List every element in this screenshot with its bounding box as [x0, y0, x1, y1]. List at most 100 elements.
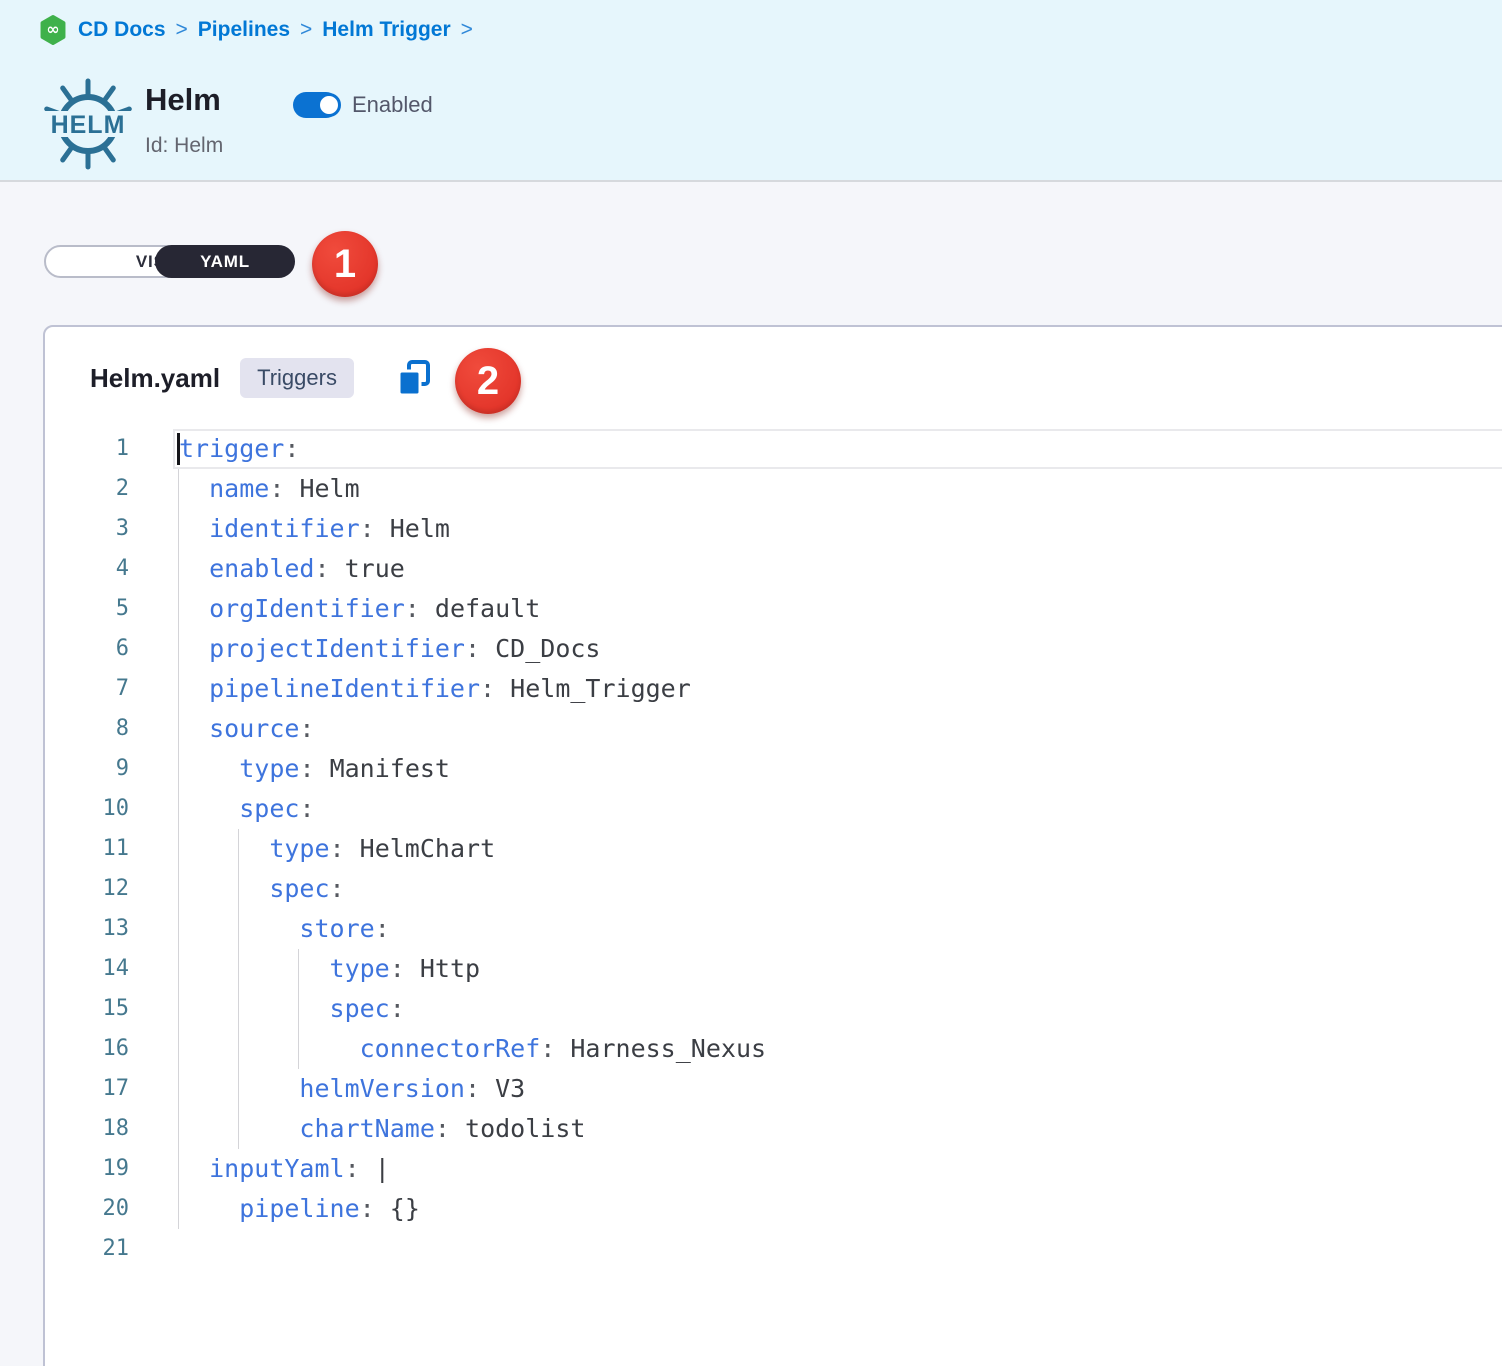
- line-number[interactable]: 5: [45, 589, 129, 629]
- indent-guide: [178, 949, 179, 989]
- indent-guide: [238, 1069, 239, 1109]
- code-line-content[interactable]: pipeline: {}: [179, 1189, 1502, 1229]
- code-line-content[interactable]: store:: [179, 909, 1502, 949]
- indent-guide: [178, 1069, 179, 1109]
- indent-guide: [178, 869, 179, 909]
- code-line-content[interactable]: type: HelmChart: [179, 829, 1502, 869]
- copy-icon: [396, 358, 432, 398]
- code-line-content[interactable]: name: Helm: [179, 469, 1502, 509]
- yaml-editor[interactable]: 1trigger:2 name: Helm3 identifier: Helm4…: [45, 429, 1502, 1269]
- helm-logo-icon: HELM: [40, 76, 136, 172]
- code-line[interactable]: 1 trigger:: [45, 429, 1502, 469]
- code-line[interactable]: 20 pipeline: {}: [45, 1189, 1502, 1229]
- toggle-knob: [317, 93, 341, 117]
- line-number[interactable]: 9: [45, 749, 129, 789]
- code-line[interactable]: 15 spec:: [45, 989, 1502, 1029]
- breadcrumb-item[interactable]: CD Docs: [78, 18, 166, 42]
- code-line[interactable]: 7 pipelineIdentifier: Helm_Trigger: [45, 669, 1502, 709]
- indent-guide: [238, 1029, 239, 1069]
- code-line[interactable]: 19 inputYaml: |: [45, 1149, 1502, 1189]
- indent-guide: [178, 629, 179, 669]
- line-number[interactable]: 21: [45, 1229, 129, 1269]
- line-number[interactable]: 1: [45, 429, 129, 469]
- indent-guide: [178, 789, 179, 829]
- code-line-content[interactable]: spec:: [179, 869, 1502, 909]
- indent-guide: [178, 1109, 179, 1149]
- line-number[interactable]: 19: [45, 1149, 129, 1189]
- code-line-content[interactable]: [179, 1229, 1502, 1269]
- svg-text:HELM: HELM: [51, 111, 126, 139]
- line-number[interactable]: 14: [45, 949, 129, 989]
- breadcrumb-item[interactable]: Pipelines: [198, 18, 290, 42]
- code-line-content[interactable]: connectorRef: Harness_Nexus: [179, 1029, 1502, 1069]
- code-line-content[interactable]: helmVersion: V3: [179, 1069, 1502, 1109]
- code-line-content[interactable]: pipelineIdentifier: Helm_Trigger: [179, 669, 1502, 709]
- indent-guide: [238, 829, 239, 869]
- line-number[interactable]: 6: [45, 629, 129, 669]
- code-line[interactable]: 6 projectIdentifier: CD_Docs: [45, 629, 1502, 669]
- line-number[interactable]: 7: [45, 669, 129, 709]
- code-line-content[interactable]: spec:: [179, 989, 1502, 1029]
- code-line[interactable]: 2 name: Helm: [45, 469, 1502, 509]
- line-number[interactable]: 20: [45, 1189, 129, 1229]
- line-number[interactable]: 11: [45, 829, 129, 869]
- tab-yaml[interactable]: YAML: [155, 245, 295, 278]
- enabled-toggle[interactable]: [293, 92, 339, 118]
- code-line[interactable]: 8 source:: [45, 709, 1502, 749]
- file-name: Helm.yaml: [90, 363, 220, 394]
- line-number[interactable]: 2: [45, 469, 129, 509]
- code-line-content[interactable]: type: Http: [179, 949, 1502, 989]
- breadcrumb-item[interactable]: Helm Trigger: [322, 18, 450, 42]
- code-line[interactable]: 10 spec:: [45, 789, 1502, 829]
- line-number[interactable]: 18: [45, 1109, 129, 1149]
- line-number[interactable]: 12: [45, 869, 129, 909]
- code-line-content[interactable]: source:: [179, 709, 1502, 749]
- page-header: ∞ CD Docs>Pipelines>Helm Trigger>: [0, 0, 1502, 182]
- code-line[interactable]: 3 identifier: Helm: [45, 509, 1502, 549]
- indent-guide: [178, 989, 179, 1029]
- copy-button[interactable]: [396, 358, 432, 398]
- code-line[interactable]: 18 chartName: todolist: [45, 1109, 1502, 1149]
- code-line-content[interactable]: spec:: [179, 789, 1502, 829]
- breadcrumb-separator: >: [300, 18, 312, 42]
- code-line[interactable]: 5 orgIdentifier: default: [45, 589, 1502, 629]
- code-line[interactable]: 4 enabled: true: [45, 549, 1502, 589]
- code-line-content[interactable]: inputYaml: |: [179, 1149, 1502, 1189]
- line-number[interactable]: 4: [45, 549, 129, 589]
- line-number[interactable]: 16: [45, 1029, 129, 1069]
- code-line[interactable]: 21: [45, 1229, 1502, 1269]
- indent-guide: [178, 469, 179, 509]
- yaml-panel-header: Helm.yaml Triggers: [45, 327, 1502, 399]
- indent-guide: [238, 989, 239, 1029]
- entity-id: Id: Helm: [145, 134, 223, 158]
- indent-guide: [178, 669, 179, 709]
- indent-guide: [178, 909, 179, 949]
- indent-guide: [238, 949, 239, 989]
- line-number[interactable]: 15: [45, 989, 129, 1029]
- code-line-content[interactable]: identifier: Helm: [179, 509, 1502, 549]
- code-line[interactable]: 12 spec:: [45, 869, 1502, 909]
- code-line[interactable]: 14 type: Http: [45, 949, 1502, 989]
- code-line[interactable]: 16 connectorRef: Harness_Nexus: [45, 1029, 1502, 1069]
- triggers-badge: Triggers: [240, 358, 354, 398]
- code-line-content[interactable]: projectIdentifier: CD_Docs: [179, 629, 1502, 669]
- code-line-content[interactable]: chartName: todolist: [179, 1109, 1502, 1149]
- text-cursor: [177, 433, 180, 465]
- line-number[interactable]: 8: [45, 709, 129, 749]
- indent-guide: [178, 1149, 179, 1189]
- code-line[interactable]: 13 store:: [45, 909, 1502, 949]
- code-line-content[interactable]: trigger:: [179, 429, 1502, 469]
- code-line[interactable]: 17 helmVersion: V3: [45, 1069, 1502, 1109]
- line-number[interactable]: 13: [45, 909, 129, 949]
- callout-2: 2: [455, 348, 521, 414]
- code-line[interactable]: 11 type: HelmChart: [45, 829, 1502, 869]
- code-line-content[interactable]: type: Manifest: [179, 749, 1502, 789]
- line-number[interactable]: 3: [45, 509, 129, 549]
- code-line-content[interactable]: orgIdentifier: default: [179, 589, 1502, 629]
- indent-guide: [238, 909, 239, 949]
- line-number[interactable]: 10: [45, 789, 129, 829]
- line-number[interactable]: 17: [45, 1069, 129, 1109]
- code-line-content[interactable]: enabled: true: [179, 549, 1502, 589]
- code-line[interactable]: 9 type: Manifest: [45, 749, 1502, 789]
- indent-guide: [238, 869, 239, 909]
